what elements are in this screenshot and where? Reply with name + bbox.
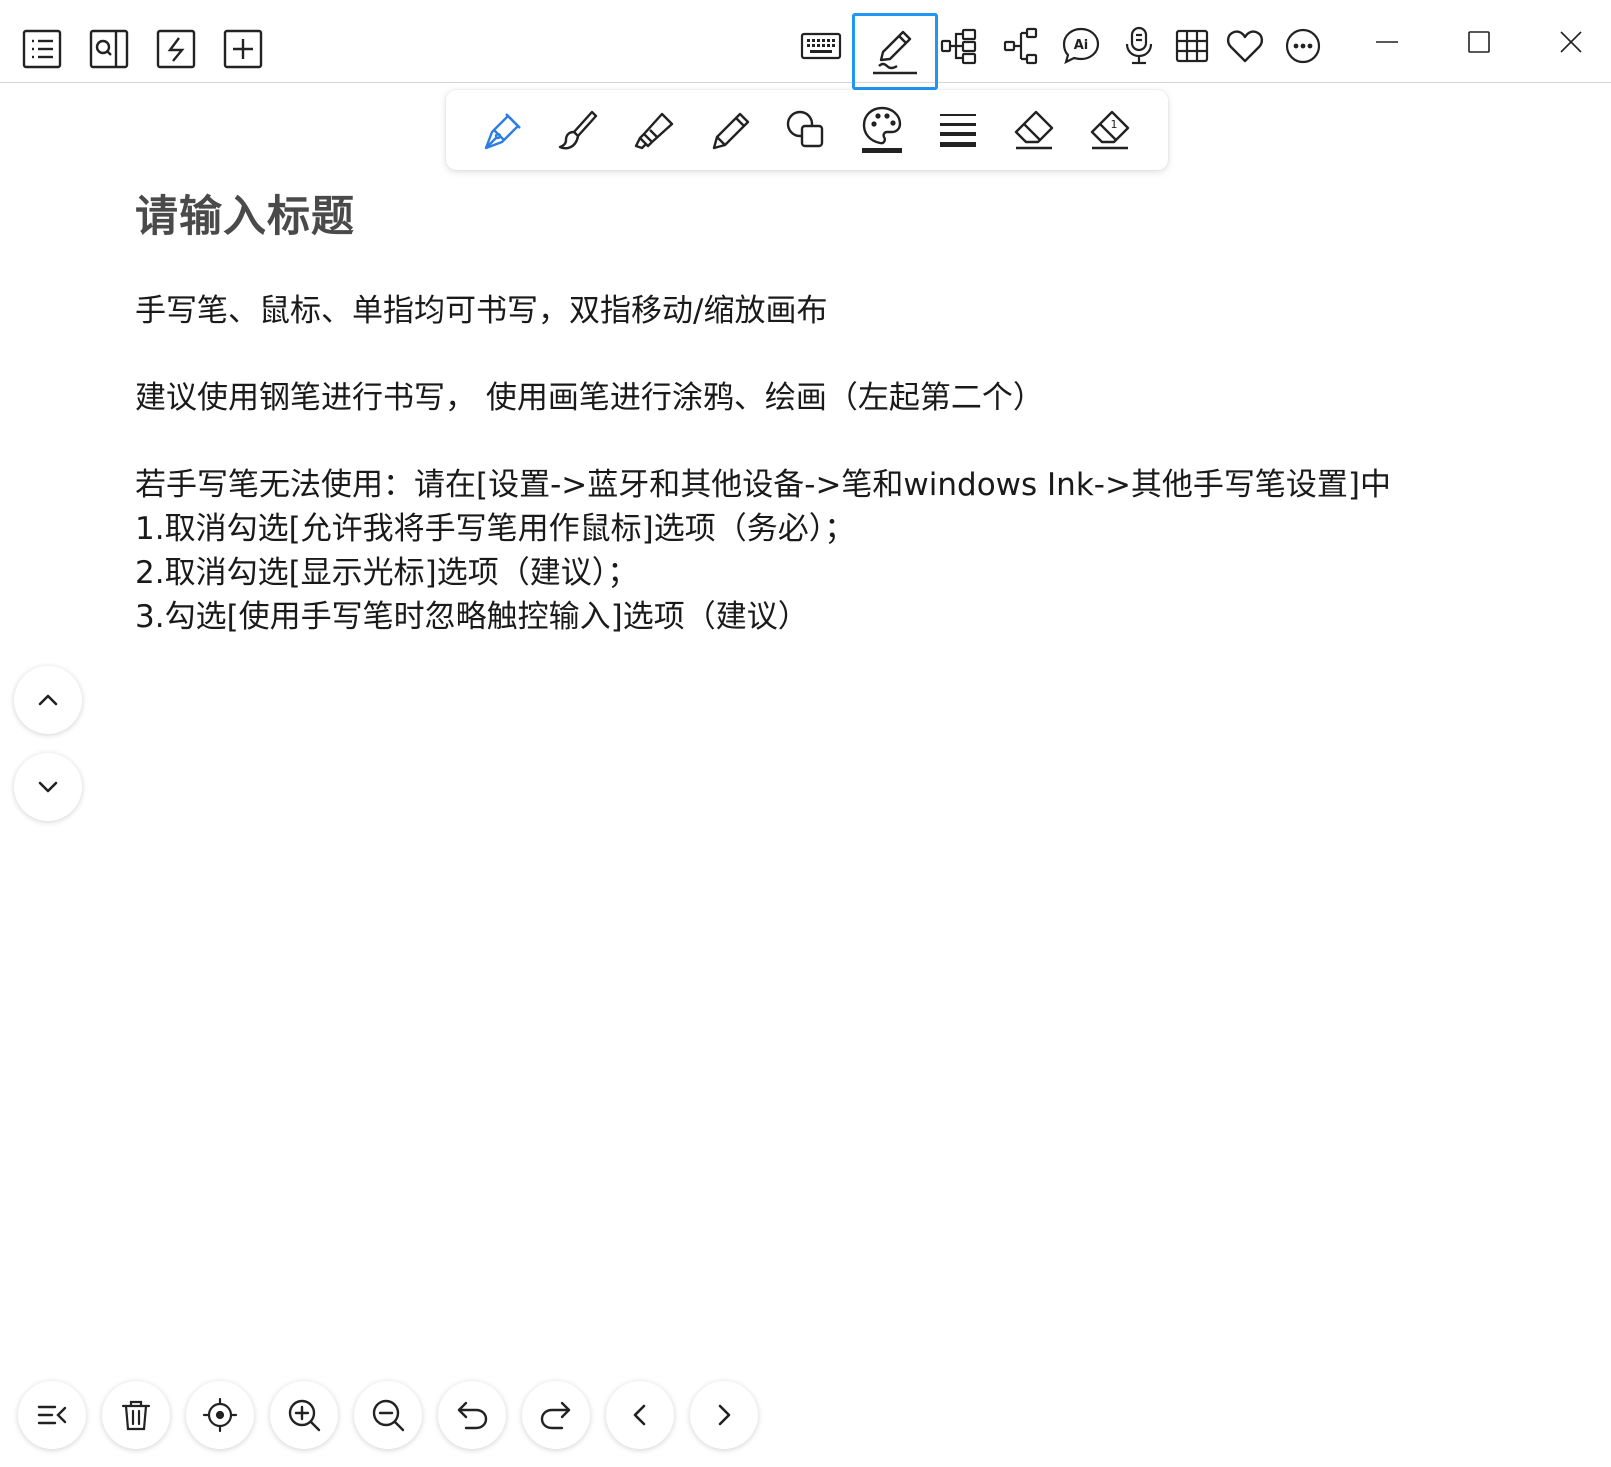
chevron-up-icon: [38, 694, 58, 706]
minimize-icon[interactable]: [1364, 22, 1410, 62]
redo-icon: [540, 1401, 571, 1430]
redo-button[interactable]: [522, 1381, 590, 1449]
flowchart-icon[interactable]: [998, 23, 1044, 69]
undo-icon: [457, 1401, 488, 1430]
chevron-left-icon: [633, 1404, 646, 1426]
zoom-in-icon: [288, 1399, 321, 1432]
pencil-icon[interactable]: [704, 104, 756, 156]
microphone-icon[interactable]: [1116, 23, 1162, 69]
locate-button[interactable]: [186, 1381, 254, 1449]
collapse-menu-button[interactable]: [18, 1381, 86, 1449]
text-line: 2.取消勾选[显示光标]选项（建议）；: [135, 555, 639, 591]
table-icon[interactable]: [1169, 23, 1215, 69]
stroke-width-icon[interactable]: [932, 104, 984, 156]
ai-chat-icon[interactable]: Ai: [1058, 23, 1104, 69]
trash-icon: [121, 1400, 151, 1431]
keyboard-icon[interactable]: [798, 23, 844, 69]
search-panel-icon[interactable]: [87, 27, 131, 71]
eraser-icon[interactable]: [1008, 104, 1060, 156]
mindmap-icon[interactable]: [936, 23, 982, 69]
locate-icon: [202, 1397, 238, 1433]
brush-icon[interactable]: [552, 104, 604, 156]
collapse-menu-icon: [37, 1405, 67, 1425]
fountain-pen-icon[interactable]: [476, 104, 528, 156]
delete-button[interactable]: [102, 1381, 170, 1449]
heart-icon[interactable]: [1222, 23, 1268, 69]
chevron-down-icon: [38, 781, 58, 793]
maximize-icon[interactable]: [1456, 22, 1502, 62]
highlighter-icon[interactable]: [628, 104, 680, 156]
svg-text:1: 1: [1111, 118, 1118, 131]
text-line: 若手写笔无法使用：请在[设置->蓝牙和其他设备->笔和windows Ink->…: [135, 467, 1392, 503]
zoom-out-button[interactable]: [354, 1381, 422, 1449]
pen-toolbar: 1: [446, 90, 1168, 170]
list-icon[interactable]: [20, 27, 64, 71]
flash-icon[interactable]: [154, 27, 198, 71]
next-page-button[interactable]: [690, 1381, 758, 1449]
add-icon[interactable]: [221, 27, 265, 71]
scroll-down-button[interactable]: [14, 753, 82, 821]
more-icon[interactable]: [1280, 23, 1326, 69]
zoom-in-button[interactable]: [270, 1381, 338, 1449]
handwriting-pen-icon[interactable]: [852, 13, 938, 90]
stroke-eraser-icon[interactable]: 1: [1084, 104, 1136, 156]
text-line: 手写笔、鼠标、单指均可书写，双指移动/缩放画布: [135, 293, 828, 329]
color-palette-icon[interactable]: [856, 104, 908, 156]
title-bar: Ai: [0, 0, 1611, 90]
svg-text:Ai: Ai: [1074, 38, 1089, 53]
chevron-right-icon: [718, 1404, 731, 1426]
text-line: 建议使用钢笔进行书写， 使用画笔进行涂鸦、绘画（左起第二个）: [135, 380, 1044, 416]
undo-button[interactable]: [438, 1381, 506, 1449]
zoom-out-icon: [372, 1399, 405, 1432]
close-icon[interactable]: [1548, 22, 1594, 62]
previous-page-button[interactable]: [606, 1381, 674, 1449]
scroll-up-button[interactable]: [14, 666, 82, 734]
page-title[interactable]: 请输入标题: [135, 182, 355, 244]
text-line: 1.取消勾选[允许我将手写笔用作鼠标]选项（务必）；: [135, 511, 856, 547]
text-line: 3.勾选[使用手写笔时忽略触控输入]选项（建议）: [135, 599, 809, 635]
shapes-icon[interactable]: [780, 104, 832, 156]
